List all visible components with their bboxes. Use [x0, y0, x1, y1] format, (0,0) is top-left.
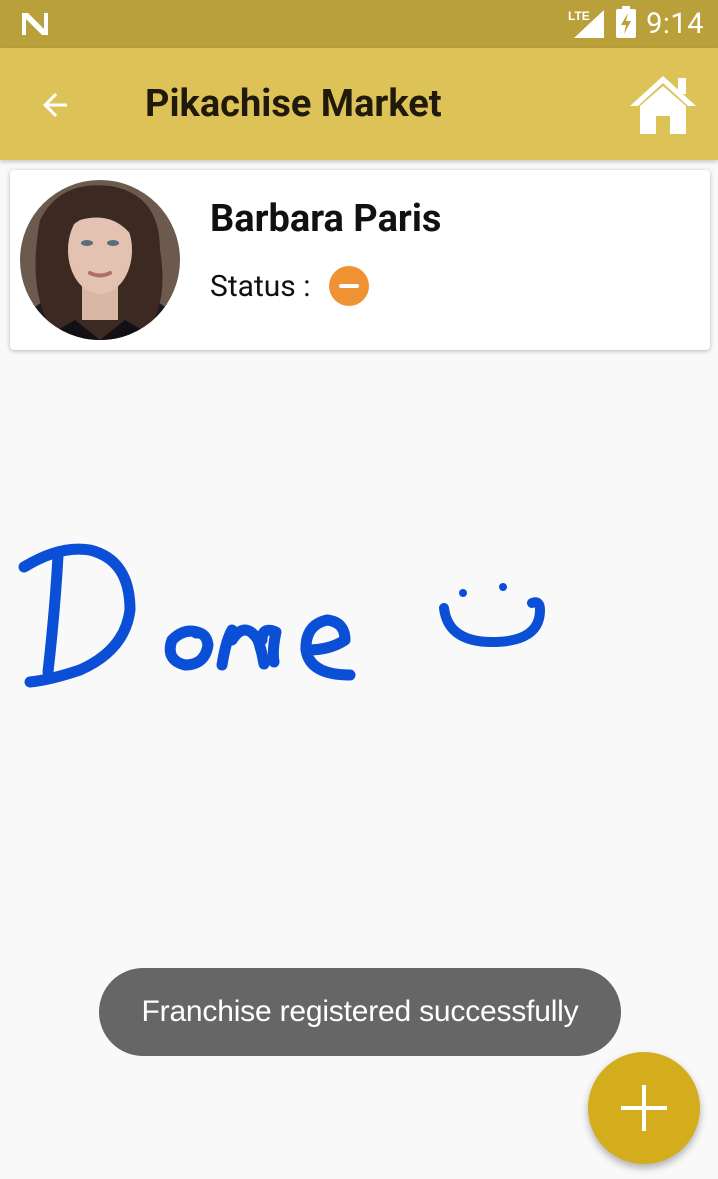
toast-message: Franchise registered successfully	[99, 968, 621, 1056]
app-toolbar: Pikachise Market	[0, 48, 718, 160]
profile-card[interactable]: Barbara Paris Status :	[10, 170, 710, 350]
svg-text:LTE: LTE	[568, 9, 590, 23]
n-icon	[20, 10, 50, 42]
avatar	[20, 180, 180, 340]
clock: 9:14	[646, 7, 704, 41]
battery-charging-icon	[616, 6, 637, 42]
status-label: Status :	[210, 268, 311, 304]
minus-circle-icon	[328, 266, 369, 306]
back-button[interactable]	[30, 80, 80, 130]
signature-drawing[interactable]	[0, 520, 718, 710]
add-button[interactable]	[588, 1052, 700, 1164]
home-button[interactable]	[628, 72, 698, 138]
user-name: Barbara Paris	[210, 197, 442, 241]
plus-icon	[621, 1085, 667, 1131]
arrow-back-icon	[43, 93, 67, 117]
page-title: Pikachise Market	[145, 82, 442, 126]
lte-signal-icon: LTE	[568, 8, 606, 40]
status-row: Status :	[210, 266, 369, 306]
status-bar: LTE 9:14	[0, 0, 718, 48]
home-icon	[630, 76, 696, 134]
